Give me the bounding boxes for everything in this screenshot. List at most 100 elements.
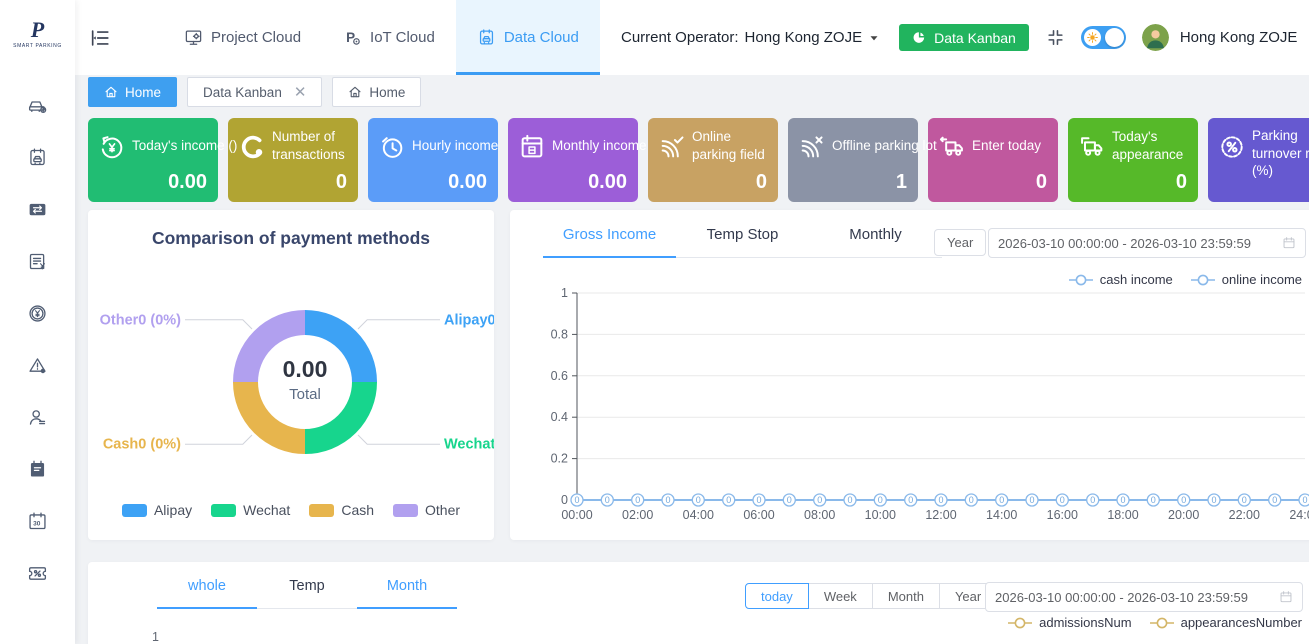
svg-text:0: 0	[574, 495, 579, 505]
stat-card: Today's income ()0.00	[88, 118, 218, 202]
close-icon[interactable]: ✕	[294, 85, 307, 100]
line-marker-icon	[1149, 617, 1175, 629]
legend-item-cash[interactable]: Cash	[309, 502, 374, 518]
traffic-tabs: wholeTempMonth	[157, 570, 457, 609]
stat-card-label: Number of transactions	[272, 127, 356, 165]
sidebar-item-billing-doc-icon[interactable]	[0, 235, 75, 287]
legend-item-online-income[interactable]: online income	[1190, 272, 1302, 287]
tab-month[interactable]: Month	[357, 570, 457, 609]
calendar-icon	[1279, 590, 1293, 604]
svg-text:0: 0	[1302, 495, 1307, 505]
sidebar-item-ledger-icon[interactable]	[0, 443, 75, 495]
stat-card: Enter today 0	[928, 118, 1058, 202]
traffic-legend: admissionsNum appearancesNumber	[1007, 615, 1302, 630]
svg-text:0: 0	[847, 495, 852, 505]
sidebar-item-alarm-icon[interactable]	[0, 339, 75, 391]
svg-text:30: 30	[33, 520, 41, 527]
truck-enter-icon	[938, 133, 966, 161]
sidebar-item-parking-record-icon[interactable]	[0, 131, 75, 183]
svg-text:0.6: 0.6	[551, 369, 568, 383]
svg-text:0: 0	[696, 495, 701, 505]
date-range-picker[interactable]: 2026-03-10 00:00:00 - 2026-03-10 23:59:5…	[985, 582, 1303, 612]
sidebar-item-coin-yen-icon[interactable]	[0, 287, 75, 339]
legend-item-appearancesnumber[interactable]: appearancesNumber	[1149, 615, 1302, 630]
stat-card: Offline parking lot1	[788, 118, 918, 202]
date-range-picker[interactable]: 2026-03-10 00:00:00 - 2026-03-10 23:59:5…	[988, 228, 1306, 258]
stat-card-label: Online parking field	[692, 127, 776, 165]
svg-text:Other0 (0%): Other0 (0%)	[100, 312, 182, 328]
y-axis-tick: 1	[152, 630, 159, 644]
transactions-icon	[238, 133, 266, 161]
svg-text:22:00: 22:00	[1229, 508, 1260, 522]
logo-text: SMART PARKING	[13, 43, 62, 49]
stat-card-label: Today's income ()	[132, 127, 237, 165]
sidebar-item-calendar-30-icon[interactable]: 30	[0, 495, 75, 547]
tab-home[interactable]: Home	[332, 77, 421, 107]
stat-card-value: 0	[1036, 171, 1047, 194]
svg-text:0: 0	[817, 495, 822, 505]
data-kanban-button[interactable]: Data Kanban	[899, 24, 1029, 51]
donut-legend: Alipay Wechat Cash Other	[88, 502, 494, 518]
stat-card-value: 0.00	[588, 171, 627, 194]
operator-label: Current Operator:	[621, 29, 739, 46]
exit-fullscreen-icon[interactable]	[1046, 28, 1065, 47]
donut-total-label: Total	[245, 386, 365, 403]
donut-center: 0.00 Total	[245, 356, 365, 403]
stat-card: Today's appearance0	[1068, 118, 1198, 202]
refresh-yen-icon	[98, 133, 126, 161]
stat-card-label: Enter today	[972, 127, 1041, 165]
tab-temp-stop[interactable]: Temp Stop	[676, 218, 809, 258]
tab-monthly[interactable]: Monthly	[809, 218, 942, 258]
date-range-value: 2026-03-10 00:00:00 - 2026-03-10 23:59:5…	[998, 236, 1274, 251]
stat-card: Parking turnover rate (%)0	[1208, 118, 1309, 202]
stat-card-label: Offline parking lot	[832, 127, 937, 165]
wifi-x-icon	[798, 133, 826, 161]
nav-data-cloud[interactable]: Data Cloud	[456, 0, 600, 75]
sidebar-item-coupon-icon[interactable]	[0, 547, 75, 599]
range-button-month[interactable]: Month	[872, 583, 940, 609]
year-range-button[interactable]: Year	[934, 229, 986, 256]
sidebar-item-car-admin-icon[interactable]	[0, 79, 75, 131]
collapse-menu-icon[interactable]	[89, 27, 111, 49]
svg-text:0: 0	[635, 495, 640, 505]
sidebar-item-lane-pass-icon[interactable]	[0, 183, 75, 235]
page: P SMART PARKING 30 Project CloudPIoT Clo…	[0, 0, 1309, 644]
range-button-week[interactable]: Week	[808, 583, 873, 609]
theme-toggle[interactable]	[1081, 26, 1126, 49]
svg-text:24:00: 24:00	[1289, 508, 1309, 522]
toggle-knob	[1105, 28, 1124, 47]
home-icon	[104, 85, 118, 99]
stat-card-value: 0	[1176, 171, 1187, 194]
svg-text:0: 0	[938, 495, 943, 505]
truck-exit-icon	[1078, 133, 1106, 161]
date-range-value: 2026-03-10 00:00:00 - 2026-03-10 23:59:5…	[995, 590, 1271, 605]
operator-select[interactable]: Hong Kong ZOJE	[745, 29, 863, 46]
project-cloud-icon	[184, 28, 203, 47]
legend-item-cash-income[interactable]: cash income	[1068, 272, 1173, 287]
legend-item-wechat[interactable]: Wechat	[211, 502, 290, 518]
home-icon	[348, 85, 362, 99]
nav-iot-cloud[interactable]: PIoT Cloud	[322, 0, 456, 75]
app-logo: P SMART PARKING	[0, 0, 75, 67]
tab-temp[interactable]: Temp	[257, 570, 357, 609]
svg-text:04:00: 04:00	[683, 508, 714, 522]
coin-yen-icon	[27, 303, 48, 324]
range-button-today[interactable]: today	[745, 583, 809, 609]
user-name: Hong Kong ZOJE	[1180, 29, 1298, 46]
legend-item-other[interactable]: Other	[393, 502, 460, 518]
stat-card-value: 0	[336, 171, 347, 194]
nav-project-cloud[interactable]: Project Cloud	[163, 0, 322, 75]
tab-home[interactable]: Home	[88, 77, 177, 107]
svg-text:1: 1	[561, 286, 568, 300]
tab-gross-income[interactable]: Gross Income	[543, 218, 676, 258]
avatar[interactable]	[1142, 24, 1169, 51]
income-tabs: Gross IncomeTemp StopMonthly	[543, 218, 942, 258]
legend-item-alipay[interactable]: Alipay	[122, 502, 192, 518]
legend-item-admissionsnum[interactable]: admissionsNum	[1007, 615, 1131, 630]
tab-whole[interactable]: whole	[157, 570, 257, 609]
tab-data-kanban[interactable]: Data Kanban✕	[187, 77, 322, 107]
caret-down-icon[interactable]	[867, 31, 881, 45]
donut-total-value: 0.00	[245, 356, 365, 383]
svg-text:0: 0	[1272, 495, 1277, 505]
sidebar-item-member-search-icon[interactable]	[0, 391, 75, 443]
